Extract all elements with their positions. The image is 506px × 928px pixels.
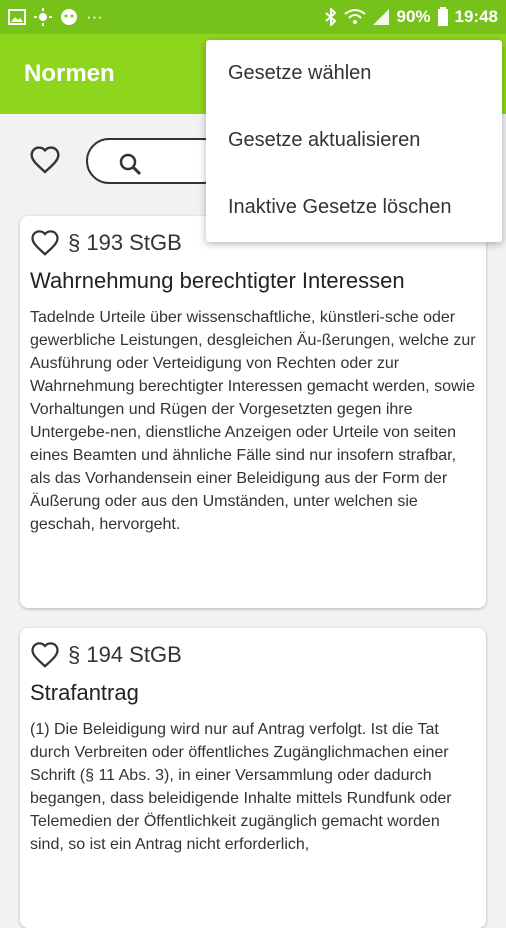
gallery-icon — [8, 9, 26, 25]
law-text: Tadelnde Urteile über wissenschaftliche,… — [30, 309, 476, 533]
menu-item-delete-inactive-laws[interactable]: Inaktive Gesetze löschen — [206, 174, 502, 241]
law-section: § 193 StGB — [68, 230, 182, 255]
law-section: § 194 StGB — [68, 642, 182, 667]
favorite-heart-icon[interactable] — [30, 228, 60, 258]
favorite-heart-icon[interactable] — [30, 640, 60, 670]
status-time: 19:48 — [454, 7, 498, 26]
menu-item-update-laws[interactable]: Gesetze aktualisieren — [206, 107, 502, 174]
bluetooth-icon — [325, 8, 337, 26]
overflow-menu: Gesetze wählen Gesetze aktualisieren Ina… — [206, 40, 502, 242]
app-title: Normen — [24, 60, 115, 87]
search-box[interactable] — [86, 138, 226, 184]
sun-icon — [34, 8, 52, 26]
status-left: ··· — [8, 7, 103, 27]
signal-icon — [373, 9, 390, 25]
law-title: Strafantrag — [30, 680, 139, 705]
law-text: (1) Die Beleidigung wird nur auf Antrag … — [30, 721, 452, 853]
card-header: § 194 StGB — [30, 640, 476, 670]
battery-percent: 90% — [396, 7, 431, 26]
favorites-heart-icon[interactable] — [29, 144, 61, 176]
law-card[interactable]: § 194 StGB Strafantrag (1) Die Beleidigu… — [20, 628, 486, 928]
battery-icon — [437, 7, 448, 26]
wifi-icon — [344, 9, 367, 24]
face-icon — [61, 9, 77, 25]
law-card[interactable]: § 193 StGB Wahrnehmung berechtigter Inte… — [20, 216, 486, 608]
menu-item-select-laws[interactable]: Gesetze wählen — [206, 40, 502, 107]
status-right: 90% 19:48 — [324, 7, 498, 27]
law-title: Wahrnehmung berechtigter Interessen — [30, 268, 405, 293]
status-more-icon: ··· — [86, 7, 103, 26]
status-bar: ··· 90% 19:48 — [0, 0, 506, 34]
search-icon — [119, 153, 142, 176]
